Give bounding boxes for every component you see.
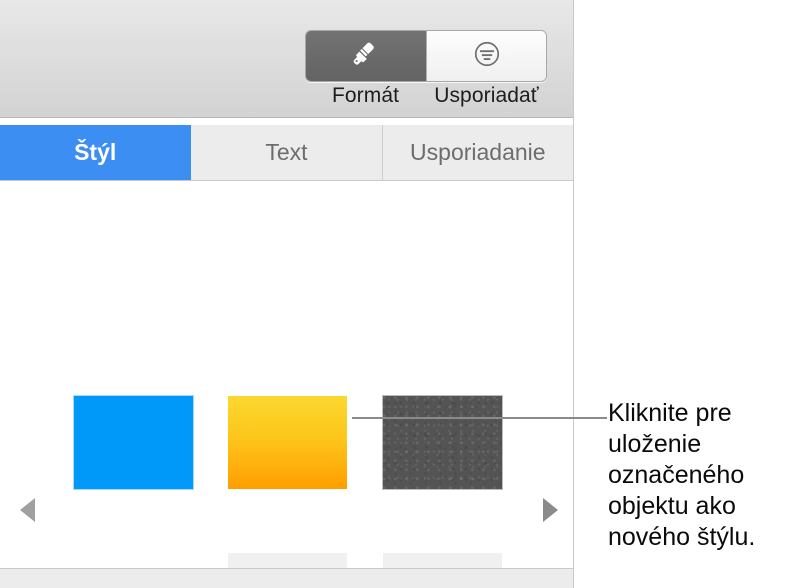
arrange-align-icon xyxy=(472,39,502,74)
format-button[interactable] xyxy=(306,31,426,81)
screenshot-root: Formát Usporiadať Štýl Text Usporiadanie… xyxy=(0,0,785,588)
triangle-left-icon[interactable] xyxy=(20,498,35,522)
callout-text: Kliknite pre uloženie označeného objektu… xyxy=(608,399,756,551)
style-swatch-blue-solid[interactable] xyxy=(74,396,193,489)
arrange-button[interactable] xyxy=(426,31,546,81)
toolbar-labels: Formát Usporiadať xyxy=(305,84,547,108)
format-inspector-panel: Formát Usporiadať Štýl Text Usporiadanie… xyxy=(0,0,574,588)
panel-footer xyxy=(0,568,573,588)
tab-style[interactable]: Štýl xyxy=(0,125,192,180)
shape-styles-section: Štýly tvarov xyxy=(0,182,573,588)
arrange-button-label: Usporiadať xyxy=(434,84,539,107)
paintbrush-icon xyxy=(351,39,381,74)
style-swatch-dark-gray-texture[interactable] xyxy=(383,396,502,489)
inspector-toolbar: Formát Usporiadať xyxy=(0,0,573,118)
style-swatch-yellow-orange-gradient[interactable] xyxy=(228,396,347,489)
callout-leader-line xyxy=(352,417,607,419)
tab-text[interactable]: Text xyxy=(191,125,383,180)
format-arrange-segmented-control[interactable] xyxy=(305,30,547,82)
format-button-label: Formát xyxy=(331,84,400,107)
tab-arrangement[interactable]: Usporiadanie xyxy=(382,125,573,180)
inspector-tab-bar: Štýl Text Usporiadanie xyxy=(0,125,573,181)
triangle-right-icon[interactable] xyxy=(543,498,558,522)
